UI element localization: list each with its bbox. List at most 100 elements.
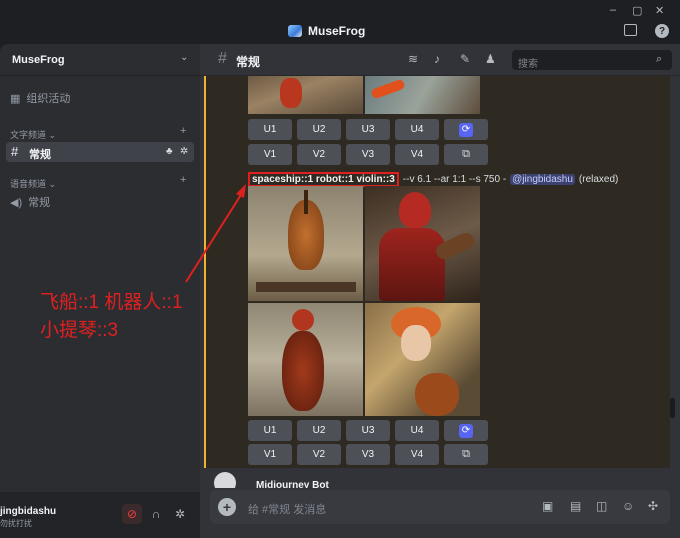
emoji-icon[interactable]: ☺ — [622, 499, 634, 513]
chevron-down-icon: ⌄ — [48, 179, 57, 189]
speaker-icon: ◀) — [10, 196, 23, 209]
mic-off-icon[interactable]: ⊘ — [122, 504, 142, 524]
events-item[interactable]: ▦ 组织活动 — [10, 90, 70, 106]
add-attachment-button[interactable]: + — [218, 498, 236, 516]
chevron-down-icon: ⌄ — [180, 52, 189, 63]
minimize-button[interactable]: – — [610, 4, 616, 16]
app-logo-icon — [288, 25, 302, 37]
user-mention[interactable]: @jingbidashu — [510, 174, 575, 185]
members-icon[interactable]: ♟ — [485, 52, 496, 66]
sidebar-item-voice-general[interactable]: ◀) 常规 — [10, 194, 50, 210]
hash-icon: # — [218, 50, 227, 67]
gear-icon[interactable]: ✲ — [180, 146, 188, 157]
variation-4-button[interactable]: V4 — [395, 444, 439, 465]
close-button[interactable]: ✕ — [655, 4, 664, 17]
robot-arm-shape — [280, 78, 302, 108]
violin-body-shape — [282, 331, 324, 411]
variation-2-button[interactable]: V2 — [297, 144, 341, 165]
search-input[interactable]: 搜索 ⌕ — [512, 50, 672, 70]
user-panel: jingbidashu 勿扰打扰 ⊘ ∩ ✲ — [0, 492, 200, 538]
violin-shape — [415, 373, 459, 416]
upscale-2-button[interactable]: U2 — [297, 119, 341, 140]
robot-head-shape — [292, 309, 314, 331]
add-member-icon[interactable]: ♣ — [166, 146, 173, 157]
hash-icon: # — [11, 144, 19, 159]
external-link-icon: ⧉ — [462, 448, 470, 460]
bell-icon[interactable]: ♪ — [434, 52, 440, 66]
message-input[interactable]: + 给 #常规 发消息 ▣ ▤ ◫ ☺ ✣ — [210, 490, 670, 524]
app-window: MuseFrog – ▢ ✕ ? MuseFrog ⌄ ▦ 组织活动 文字频道 … — [0, 0, 680, 538]
search-icon: ⌕ — [656, 53, 663, 65]
channel-label: 常规 — [29, 149, 51, 161]
upscale-4-button[interactable]: U4 — [395, 420, 439, 441]
variation-4-button[interactable]: V4 — [395, 144, 439, 165]
image-tile-3[interactable] — [248, 303, 363, 416]
image-tile-2[interactable] — [365, 186, 480, 301]
headphones-icon[interactable]: ∩ — [146, 504, 166, 524]
app-title: MuseFrog — [308, 24, 366, 38]
open-link-button[interactable]: ⧉ — [444, 144, 488, 165]
refresh-icon: ⟳ — [459, 423, 473, 438]
variation-2-button[interactable]: V2 — [297, 444, 341, 465]
threads-icon[interactable]: ≋ — [408, 52, 418, 66]
image-tile-top-right[interactable] — [365, 76, 480, 114]
calendar-icon: ▦ — [10, 92, 21, 105]
pin-icon[interactable]: ✎ — [460, 52, 470, 66]
variation-1-button[interactable]: V1 — [248, 144, 292, 165]
chevron-down-icon: ⌄ — [48, 130, 57, 140]
next-message-author[interactable]: Midjourney Bot — [256, 480, 329, 488]
shelf-shape — [256, 282, 356, 292]
add-text-channel-button[interactable]: + — [180, 125, 186, 137]
events-label: 组织活动 — [26, 93, 71, 105]
inbox-icon[interactable] — [624, 24, 637, 36]
annotation-line-2: 小提琴::3 — [40, 320, 119, 341]
spaceship-shape — [370, 78, 406, 100]
upscale-1-button[interactable]: U1 — [248, 119, 292, 140]
refresh-icon: ⟳ — [459, 122, 473, 137]
avatar[interactable] — [214, 472, 236, 488]
server-name: MuseFrog — [12, 54, 65, 66]
image-tile-top-left[interactable] — [248, 76, 363, 114]
open-link-button[interactable]: ⧉ — [444, 444, 488, 465]
title-bar: MuseFrog – ▢ ✕ ? — [0, 0, 680, 44]
channel-header: # 常规 ≋ ♪ ✎ ♟ 搜索 ⌕ — [200, 44, 680, 76]
message-list[interactable]: U1 U2 U3 U4 ⟳ V1 V2 V3 V4 ⧉ spaceship::1… — [200, 76, 680, 488]
add-voice-channel-button[interactable]: + — [180, 174, 186, 186]
variation-3-button[interactable]: V3 — [346, 144, 390, 165]
window-title: MuseFrog — [288, 24, 365, 38]
apps-icon[interactable]: ✣ — [648, 499, 658, 513]
reroll-button[interactable]: ⟳ — [444, 420, 488, 441]
sticker-icon[interactable]: ◫ — [596, 499, 607, 513]
username[interactable]: jingbidashu — [0, 506, 56, 517]
variation-3-button[interactable]: V3 — [346, 444, 390, 465]
image-tile-4[interactable] — [365, 303, 480, 416]
prompt-line: spaceship::1 robot::1 violin::3 --v 6.1 … — [248, 172, 618, 187]
gear-icon[interactable]: ✲ — [170, 504, 190, 524]
composer-area: + 给 #常规 发消息 ▣ ▤ ◫ ☺ ✣ — [200, 488, 680, 538]
reroll-button[interactable]: ⟳ — [444, 119, 488, 140]
prompt-params: --v 6.1 --ar 1:1 --s 750 - — [402, 174, 507, 185]
upscale-4-button[interactable]: U4 — [395, 119, 439, 140]
scrollbar-thumb[interactable] — [670, 398, 675, 418]
gift-icon[interactable]: ▣ — [542, 499, 553, 513]
gif-icon[interactable]: ▤ — [570, 499, 581, 513]
server-header[interactable]: MuseFrog ⌄ — [0, 44, 200, 76]
sidebar-item-general[interactable]: # 常规 ♣ ✲ — [6, 142, 194, 162]
text-category-label: 文字频道 — [10, 130, 47, 140]
voice-channel-label: 常规 — [28, 197, 51, 209]
variation-1-button[interactable]: V1 — [248, 444, 292, 465]
upscale-2-button[interactable]: U2 — [297, 420, 341, 441]
maximize-button[interactable]: ▢ — [632, 4, 642, 17]
upscale-3-button[interactable]: U3 — [346, 420, 390, 441]
voice-category[interactable]: 语音频道 ⌄ — [10, 177, 56, 190]
face-shape — [401, 325, 431, 361]
image-tile-1[interactable] — [248, 186, 363, 301]
upscale-3-button[interactable]: U3 — [346, 119, 390, 140]
prompt-highlight: spaceship::1 robot::1 violin::3 — [248, 172, 399, 187]
help-icon[interactable]: ? — [655, 24, 669, 38]
search-placeholder: 搜索 — [518, 59, 538, 70]
violin-neck-shape — [304, 190, 308, 214]
text-category[interactable]: 文字频道 ⌄ — [10, 128, 56, 141]
channel-title: 常规 — [236, 55, 261, 69]
upscale-1-button[interactable]: U1 — [248, 420, 292, 441]
